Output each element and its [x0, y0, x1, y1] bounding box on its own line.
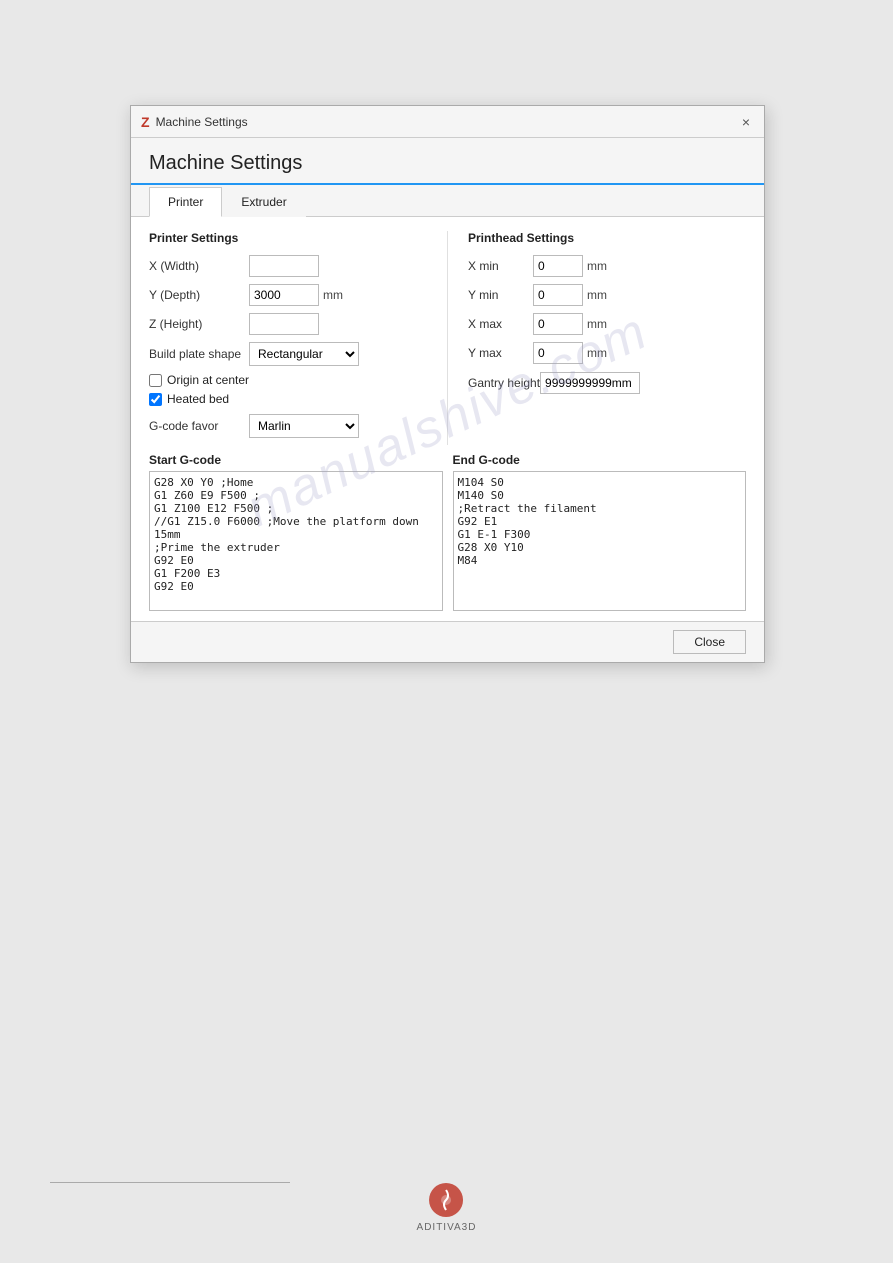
- y-max-unit: mm: [587, 346, 607, 360]
- end-gcode-textarea[interactable]: M104 S0 M140 S0 ;Retract the filament G9…: [453, 471, 747, 611]
- y-max-row: Y max mm: [468, 342, 746, 364]
- machine-settings-dialog: Z Machine Settings × Machine Settings Pr…: [130, 105, 765, 663]
- logo-text: ADITIVA3D: [417, 1222, 477, 1233]
- y-max-input[interactable]: [533, 342, 583, 364]
- y-depth-unit: mm: [323, 288, 343, 302]
- end-gcode-label: End G-code: [453, 453, 747, 467]
- two-col-layout: Printer Settings X (Width) Y (Depth) mm …: [149, 231, 746, 445]
- gantry-height-input[interactable]: [540, 372, 640, 394]
- gantry-height-row: Gantry height: [468, 372, 746, 394]
- x-max-input[interactable]: [533, 313, 583, 335]
- dialog-title: Machine Settings: [156, 115, 248, 129]
- end-gcode-col: End G-code M104 S0 M140 S0 ;Retract the …: [453, 453, 747, 611]
- tab-extruder[interactable]: Extruder: [222, 187, 305, 217]
- gantry-height-label: Gantry height: [468, 376, 540, 390]
- heated-bed-label: Heated bed: [167, 392, 229, 406]
- x-min-input[interactable]: [533, 255, 583, 277]
- x-max-unit: mm: [587, 317, 607, 331]
- y-depth-input[interactable]: [249, 284, 319, 306]
- y-min-label: Y min: [468, 288, 533, 302]
- dialog-titlebar: Z Machine Settings ×: [131, 106, 764, 138]
- x-max-row: X max mm: [468, 313, 746, 335]
- gcode-favor-select[interactable]: Marlin RepRap Ultigcode: [249, 414, 359, 438]
- start-gcode-label: Start G-code: [149, 453, 443, 467]
- build-plate-select[interactable]: Rectangular Elliptic: [249, 342, 359, 366]
- origin-at-center-checkbox[interactable]: [149, 374, 162, 387]
- dialog-close-button[interactable]: ×: [738, 115, 754, 129]
- titlebar-left: Z Machine Settings: [141, 114, 248, 130]
- start-gcode-col: Start G-code G28 X0 Y0 ;Home G1 Z60 E9 F…: [149, 453, 443, 611]
- z-height-input[interactable]: [249, 313, 319, 335]
- z-height-row: Z (Height): [149, 313, 427, 335]
- x-width-row: X (Width): [149, 255, 427, 277]
- origin-at-center-row: Origin at center: [149, 373, 427, 387]
- build-plate-row: Build plate shape Rectangular Elliptic: [149, 342, 427, 366]
- heated-bed-row: Heated bed: [149, 392, 427, 406]
- origin-at-center-label: Origin at center: [167, 373, 249, 387]
- printhead-settings-col: Printhead Settings X min mm Y min mm X m…: [448, 231, 746, 445]
- printer-section-title: Printer Settings: [149, 231, 427, 245]
- gcode-favor-label: G-code favor: [149, 419, 249, 433]
- x-min-unit: mm: [587, 259, 607, 273]
- close-button[interactable]: Close: [673, 630, 746, 654]
- bottom-divider: [50, 1182, 290, 1183]
- dialog-content: Printer Settings X (Width) Y (Depth) mm …: [131, 217, 764, 621]
- bottom-logo: ADITIVA3D: [417, 1182, 477, 1233]
- dialog-footer: Close: [131, 621, 764, 662]
- start-gcode-textarea[interactable]: G28 X0 Y0 ;Home G1 Z60 E9 F500 ; G1 Z100…: [149, 471, 443, 611]
- y-depth-row: Y (Depth) mm: [149, 284, 427, 306]
- y-min-input[interactable]: [533, 284, 583, 306]
- y-min-row: Y min mm: [468, 284, 746, 306]
- x-min-label: X min: [468, 259, 533, 273]
- printhead-section-title: Printhead Settings: [468, 231, 746, 245]
- heated-bed-checkbox[interactable]: [149, 393, 162, 406]
- y-max-label: Y max: [468, 346, 533, 360]
- x-min-row: X min mm: [468, 255, 746, 277]
- x-width-label: X (Width): [149, 259, 249, 273]
- gcode-favor-row: G-code favor Marlin RepRap Ultigcode: [149, 414, 427, 438]
- x-max-label: X max: [468, 317, 533, 331]
- build-plate-label: Build plate shape: [149, 347, 249, 361]
- y-depth-label: Y (Depth): [149, 288, 249, 302]
- app-icon: Z: [141, 114, 150, 130]
- z-height-label: Z (Height): [149, 317, 249, 331]
- y-min-unit: mm: [587, 288, 607, 302]
- tabs-bar: Printer Extruder: [131, 187, 764, 217]
- dialog-heading: Machine Settings: [131, 138, 764, 185]
- logo-icon: [429, 1182, 465, 1218]
- printer-settings-col: Printer Settings X (Width) Y (Depth) mm …: [149, 231, 448, 445]
- gcode-section: Start G-code G28 X0 Y0 ;Home G1 Z60 E9 F…: [149, 453, 746, 611]
- tab-printer[interactable]: Printer: [149, 187, 222, 217]
- x-width-input[interactable]: [249, 255, 319, 277]
